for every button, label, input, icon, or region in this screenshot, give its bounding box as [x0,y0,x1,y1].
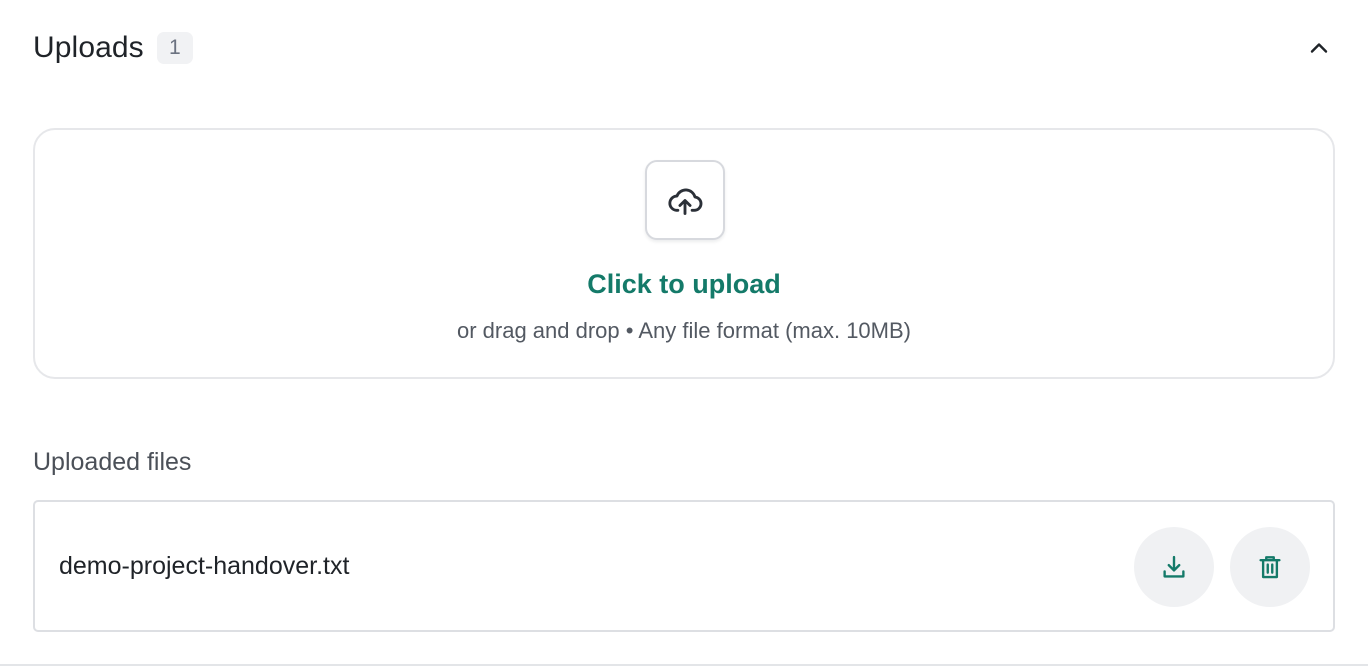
trash-icon [1259,556,1281,579]
file-name: demo-project-handover.txt [59,552,350,580]
upload-hint-text: or drag and drop • Any file format (max.… [456,318,911,343]
uploaded-files-label: Uploaded files [33,448,192,476]
download-icon [1163,555,1185,578]
collapse-button[interactable] [1303,32,1335,64]
file-list-item: demo-project-handover.txt [33,500,1335,632]
download-button[interactable] [1134,527,1214,607]
upload-icon-box [645,160,725,240]
uploads-panel: Uploads 1 Click to upload or drag and dr… [0,0,1368,666]
uploads-count-badge: 1 [156,32,193,64]
cloud-upload-icon [668,188,703,215]
click-to-upload-link[interactable]: Click to upload [35,269,1333,300]
upload-dropzone[interactable]: Click to upload or drag and drop • Any f… [33,128,1335,379]
delete-button[interactable] [1230,527,1310,607]
uploads-title: Uploads [33,31,144,64]
uploads-header: Uploads 1 [33,22,1335,74]
chevron-up-icon [1310,43,1328,53]
